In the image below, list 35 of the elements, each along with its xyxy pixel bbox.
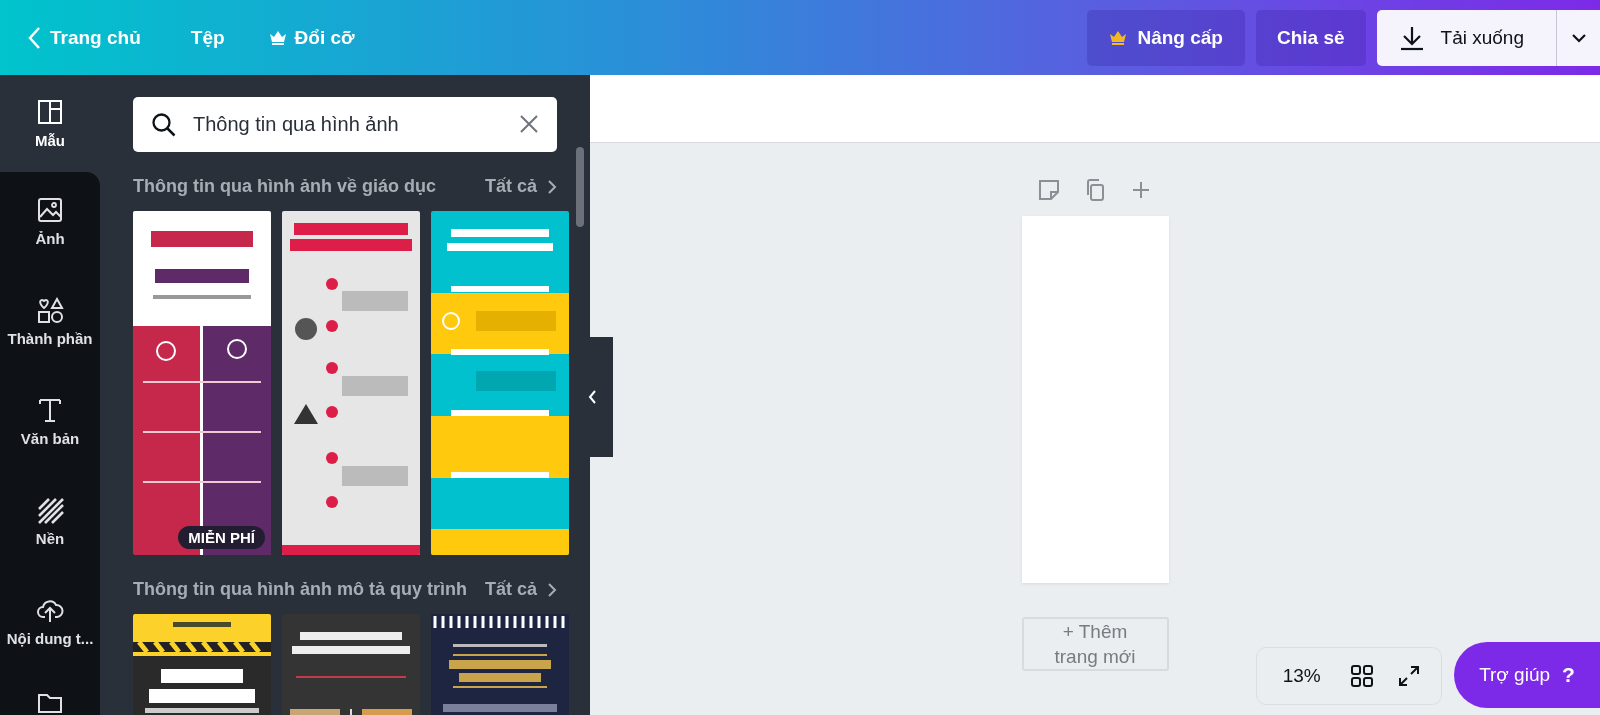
grid-icon[interactable] xyxy=(1350,664,1374,688)
search-field[interactable]: Thông tin qua hình ảnh xyxy=(133,97,557,152)
share-button[interactable]: Chia sẻ xyxy=(1255,9,1366,66)
image-icon xyxy=(36,197,64,224)
clear-button[interactable] xyxy=(519,114,539,134)
help-button[interactable]: Trợ giúp ? xyxy=(1454,642,1600,708)
fullscreen-icon[interactable] xyxy=(1397,664,1422,688)
text-icon xyxy=(36,397,64,424)
note-icon[interactable] xyxy=(1037,178,1061,202)
see-all-link[interactable]: Tất cả xyxy=(484,176,557,197)
download-button[interactable]: Tải xuống xyxy=(1376,9,1546,66)
cloud-upload-icon xyxy=(36,597,64,624)
chevron-right-icon xyxy=(547,178,557,195)
shapes-icon xyxy=(36,297,64,324)
sidebar-tab[interactable]: Văn bản xyxy=(0,372,100,472)
sidebar-tab[interactable]: Nội dung t... xyxy=(0,572,100,672)
free-badge: MIỄN PHÍ xyxy=(178,526,265,549)
crown-icon xyxy=(1109,29,1128,46)
see-all-link[interactable]: Tất cả xyxy=(484,579,557,600)
zoom-level[interactable]: 13% xyxy=(1276,664,1327,688)
caret-icon xyxy=(1570,32,1587,43)
add-page-button[interactable]: + Thêm trang mới xyxy=(1021,617,1169,671)
chevron-right-icon xyxy=(547,581,557,598)
download-icon xyxy=(1398,24,1425,51)
section-title: Thông tin qua hình ảnh về giáo dục xyxy=(133,176,436,197)
sidebar-tab[interactable]: Ảnh xyxy=(0,172,100,272)
template-icon xyxy=(36,98,64,126)
upgrade-button[interactable]: Nâng cấp xyxy=(1087,9,1245,66)
sidebar-tab[interactable]: Thành phần xyxy=(0,272,100,372)
close-icon xyxy=(519,114,539,134)
sidebar-tab[interactable]: Nền xyxy=(0,472,100,572)
back-icon xyxy=(28,25,42,50)
scrollbar[interactable] xyxy=(576,147,584,227)
stripes-icon xyxy=(36,497,64,524)
section-title: Thông tin qua hình ảnh mô tả quy trình xyxy=(133,579,467,600)
